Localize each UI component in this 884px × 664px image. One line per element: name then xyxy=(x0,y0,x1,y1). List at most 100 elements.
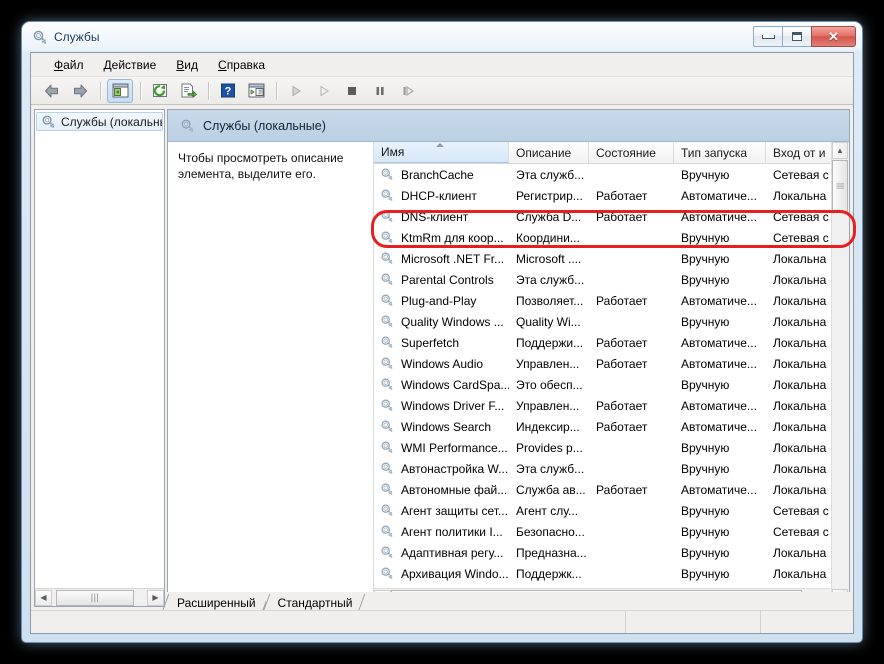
menu-item-view[interactable]: Вид xyxy=(167,55,207,75)
cell-description: Служба ав... xyxy=(509,483,589,497)
description-panel: Чтобы просмотреть описание элемента, выд… xyxy=(168,142,373,606)
table-row[interactable]: WMI Performance...Provides p...ВручнуюЛо… xyxy=(374,437,849,458)
service-name-label: BranchCache xyxy=(401,168,474,182)
menu-bar: Файл Действие Вид Справка xyxy=(31,53,853,77)
cell-name: KtmRm для коор... xyxy=(374,230,509,245)
scroll-thumb[interactable]: ||| xyxy=(832,160,848,212)
cell-name: Агент политики I... xyxy=(374,524,509,539)
cell-description: Эта служб... xyxy=(509,168,589,182)
scroll-right-button[interactable]: ▶ xyxy=(147,590,164,606)
toolbar: ? xyxy=(31,77,853,105)
cell-name: Microsoft .NET Fr... xyxy=(374,251,509,266)
table-row[interactable]: Windows Driver F...Управлен...РаботаетАв… xyxy=(374,395,849,416)
stop-icon xyxy=(345,84,359,98)
table-row[interactable]: Windows SearchИндексир...РаботаетАвтомат… xyxy=(374,416,849,437)
close-button[interactable]: ✕ xyxy=(811,26,856,47)
table-row[interactable]: Quality Windows ...Quality Wi...ВручнуюЛ… xyxy=(374,311,849,332)
help-button[interactable]: ? xyxy=(215,79,241,103)
arrow-right-icon xyxy=(71,83,89,99)
menu-item-help[interactable]: Справка xyxy=(209,55,274,75)
service-name-label: KtmRm для коор... xyxy=(401,231,504,245)
services-list-view[interactable]: ИмяОписаниеСостояниеТип запускаВход от и… xyxy=(373,142,849,606)
table-row[interactable]: Windows AudioУправлен...РаботаетАвтомати… xyxy=(374,353,849,374)
tab-label: Стандартный xyxy=(278,596,353,610)
table-row[interactable]: DHCP-клиентРегистрир...РаботаетАвтоматич… xyxy=(374,185,849,206)
service-name-label: Автономные фай... xyxy=(401,483,507,497)
tree-item-services-local[interactable]: Службы (локальные) xyxy=(36,112,163,131)
table-row[interactable]: Parental ControlsЭта служб...ВручнуюЛока… xyxy=(374,269,849,290)
table-row[interactable]: DNS-клиентСлужба D...РаботаетАвтоматиче.… xyxy=(374,206,849,227)
cell-description: Поддержк... xyxy=(509,567,589,581)
menu-item-action[interactable]: Действие xyxy=(95,55,166,75)
table-row[interactable]: KtmRm для коор...Координи...ВручнуюСетев… xyxy=(374,227,849,248)
tree-item-label: Службы (локальные) xyxy=(61,115,163,129)
service-gear-icon xyxy=(380,167,395,182)
table-row[interactable]: Автономные фай...Служба ав...РаботаетАвт… xyxy=(374,479,849,500)
cell-startup: Вручную xyxy=(674,252,766,266)
table-row[interactable]: Агент политики I...Безопасно...ВручнуюСе… xyxy=(374,521,849,542)
results-header: Службы (локальные) xyxy=(168,110,849,142)
svg-text:?: ? xyxy=(225,86,232,98)
cell-startup: Автоматиче... xyxy=(674,483,766,497)
column-status[interactable]: Состояние xyxy=(589,142,674,163)
cell-name: Windows Audio xyxy=(374,356,509,371)
cell-description: Эта служб... xyxy=(509,273,589,287)
service-gear-icon xyxy=(380,398,395,413)
minimize-button[interactable] xyxy=(753,26,782,47)
cell-status: Работает xyxy=(589,336,674,350)
tree-horizontal-scrollbar[interactable]: ◀ ||| ▶ xyxy=(35,588,164,606)
properties-icon xyxy=(248,83,265,98)
minimize-icon xyxy=(762,35,775,39)
table-row[interactable]: BranchCacheЭта служб...ВручнуюСетевая с xyxy=(374,164,849,185)
cell-startup: Вручную xyxy=(674,462,766,476)
cell-startup: Вручную xyxy=(674,168,766,182)
service-gear-icon xyxy=(380,356,395,371)
table-row[interactable]: Адаптивная регу...Предназна...ВручнуюЛок… xyxy=(374,542,849,563)
table-row[interactable]: SuperfetchПоддержи...РаботаетАвтоматиче.… xyxy=(374,332,849,353)
cell-startup: Вручную xyxy=(674,378,766,392)
refresh-button[interactable] xyxy=(147,79,173,103)
table-row[interactable]: Агент защиты сет...Агент слу...ВручнуюСе… xyxy=(374,500,849,521)
scroll-up-button[interactable]: ▲ xyxy=(832,142,848,159)
maximize-button[interactable] xyxy=(782,26,811,47)
service-name-label: DHCP-клиент xyxy=(401,189,477,203)
cell-startup: Вручную xyxy=(674,315,766,329)
back-button[interactable] xyxy=(39,79,65,103)
cell-status: Работает xyxy=(589,210,674,224)
service-gear-icon xyxy=(380,524,395,539)
column-name[interactable]: Имя xyxy=(374,142,509,163)
description-text: Чтобы просмотреть описание элемента, выд… xyxy=(178,150,362,182)
table-row[interactable]: Microsoft .NET Fr...Microsoft ....Вручну… xyxy=(374,248,849,269)
forward-button[interactable] xyxy=(67,79,93,103)
cell-startup: Автоматиче... xyxy=(674,399,766,413)
table-row[interactable]: Архивация Windo...Поддержк...ВручнуюЛока… xyxy=(374,563,849,584)
chevron-right-icon: ▶ xyxy=(152,594,158,602)
menu-item-file[interactable]: Файл xyxy=(45,55,93,75)
column-startup-type[interactable]: Тип запуска xyxy=(674,142,766,163)
cell-status: Работает xyxy=(589,420,674,434)
export-list-button[interactable] xyxy=(175,79,201,103)
scroll-thumb[interactable]: ||| xyxy=(56,590,134,606)
table-row[interactable]: Windows CardSpa...Это обесп...ВручнуюЛок… xyxy=(374,374,849,395)
list-vertical-scrollbar[interactable]: ▲|||▼ xyxy=(831,142,849,606)
status-cell-1 xyxy=(31,611,626,633)
list-rows-container[interactable]: BranchCacheЭта служб...ВручнуюСетевая сD… xyxy=(374,164,849,588)
cell-description: Индексир... xyxy=(509,420,589,434)
column-header-label: Имя xyxy=(381,145,404,159)
cell-description: Поддержи... xyxy=(509,336,589,350)
table-row[interactable]: Plug-and-PlayПозволяет...РаботаетАвтомат… xyxy=(374,290,849,311)
cell-status: Работает xyxy=(589,294,674,308)
column-description[interactable]: Описание xyxy=(509,142,589,163)
scroll-left-button[interactable]: ◀ xyxy=(35,590,52,606)
table-row[interactable]: Автонастройка W...Эта служб...ВручнуюЛок… xyxy=(374,458,849,479)
show-hide-tree-button[interactable] xyxy=(107,79,133,103)
restart-service-button xyxy=(395,79,421,103)
properties-button[interactable] xyxy=(243,79,269,103)
start-service-button xyxy=(283,79,309,103)
window-title: Службы xyxy=(54,30,99,44)
results-header-title: Службы (локальные) xyxy=(203,119,326,133)
cell-status: Работает xyxy=(589,357,674,371)
service-gear-icon xyxy=(380,209,395,224)
chevron-up-icon: ▲ xyxy=(836,147,844,155)
scroll-track[interactable]: ||| xyxy=(52,590,147,606)
